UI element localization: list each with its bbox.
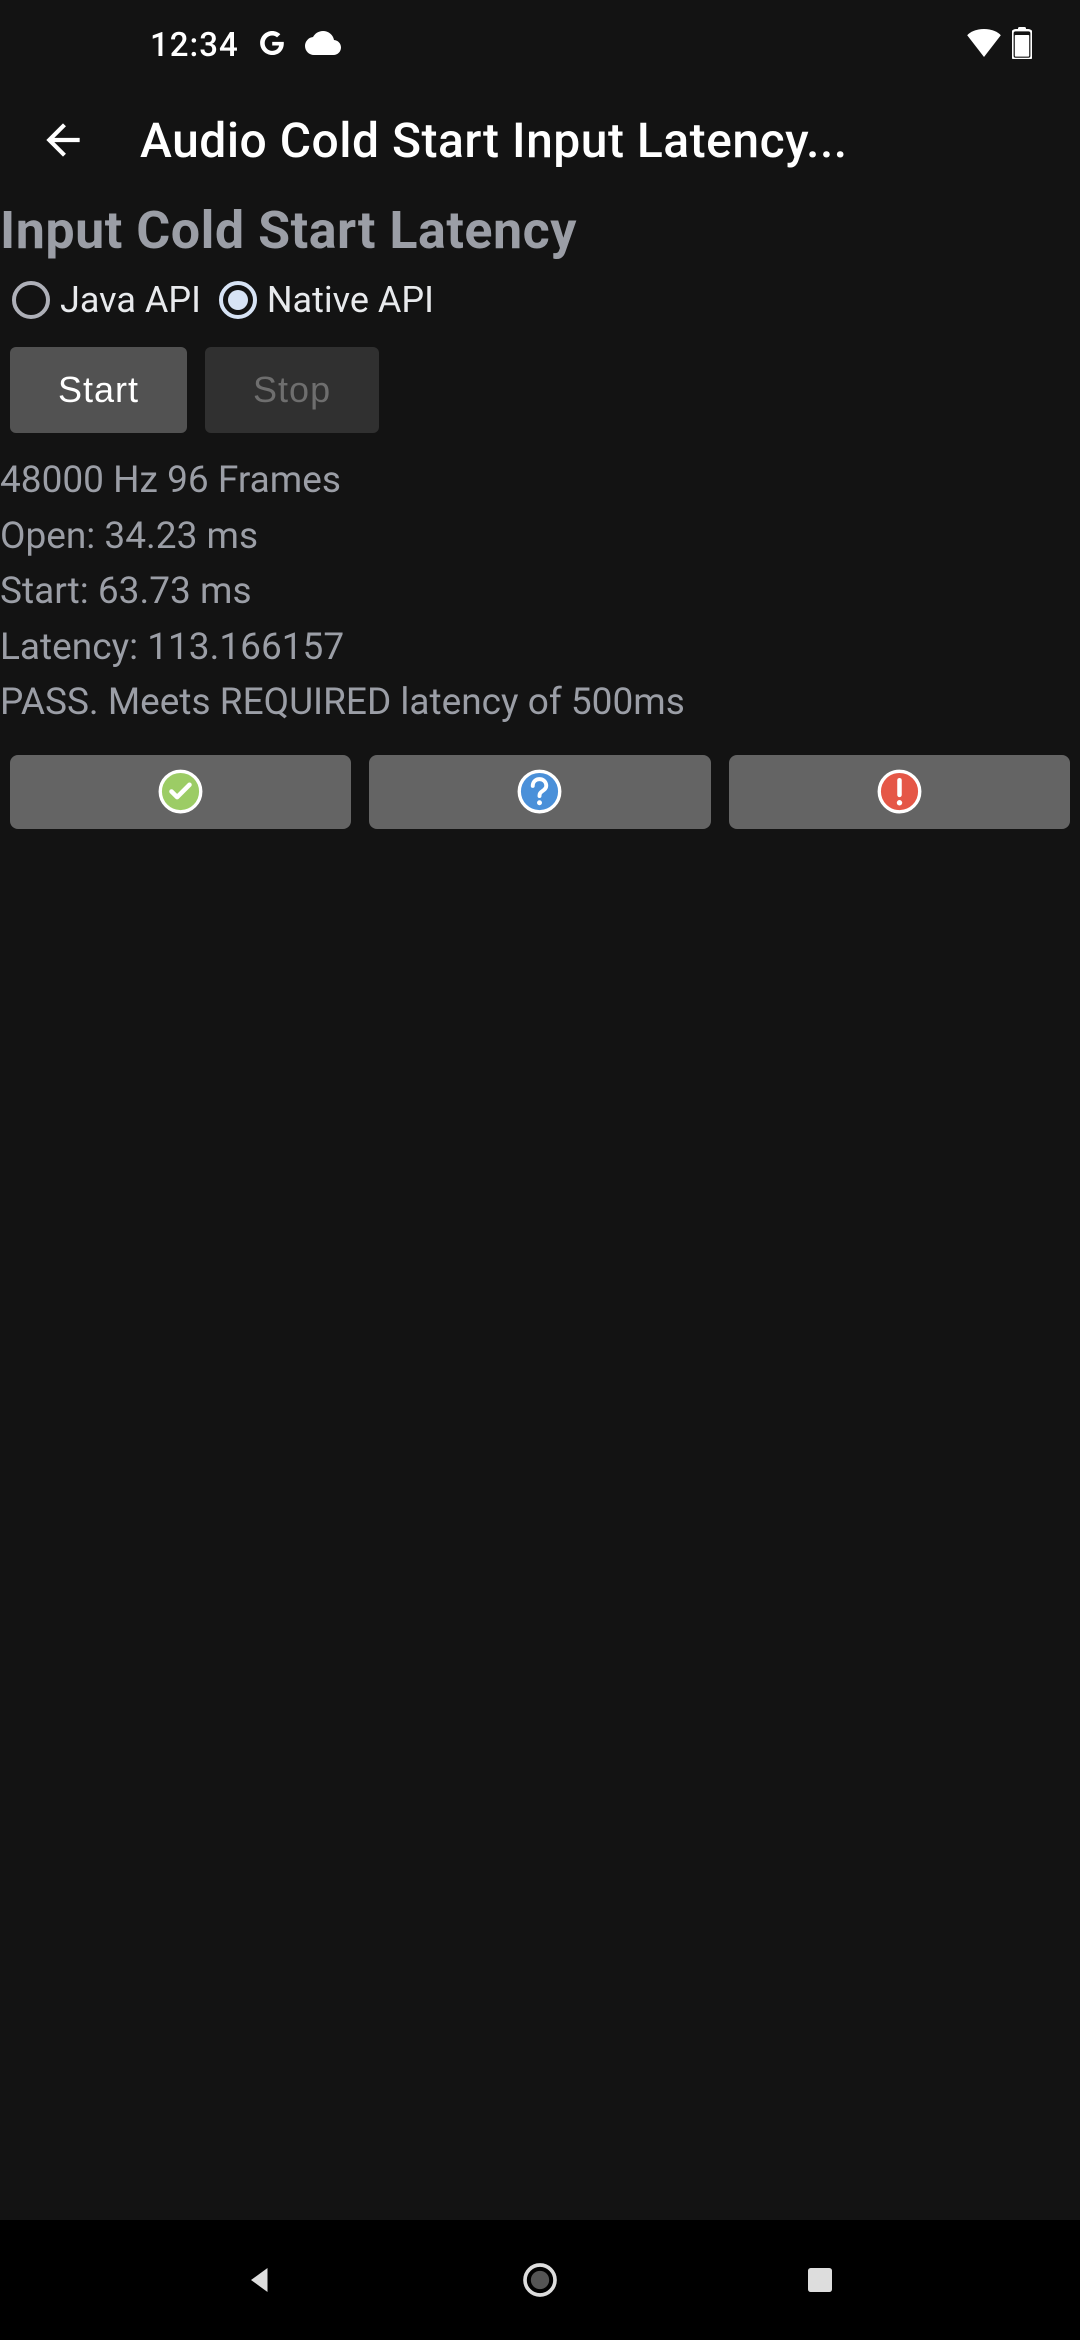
system-nav-bar: [0, 2220, 1080, 2340]
nav-back-button[interactable]: [230, 2250, 290, 2310]
back-button[interactable]: [30, 107, 96, 173]
result-open: Open: 34.23 ms: [0, 509, 1080, 565]
nav-home-button[interactable]: [510, 2250, 570, 2310]
verdict-info-button[interactable]: [369, 755, 710, 829]
result-pass: PASS. Meets REQUIRED latency of 500ms: [0, 675, 1080, 731]
nav-home-icon: [520, 2260, 560, 2300]
check-circle-icon: [158, 769, 203, 814]
status-right: [966, 27, 1032, 63]
result-rate: 48000 Hz 96 Frames: [0, 453, 1080, 509]
status-time: 12:34: [150, 26, 239, 65]
content: Input Cold Start Latency Java API Native…: [0, 190, 1080, 829]
verdict-pass-button[interactable]: [10, 755, 351, 829]
radio-java-api[interactable]: Java API: [6, 275, 207, 325]
question-circle-icon: [517, 769, 562, 814]
result-latency: Latency: 113.166157: [0, 620, 1080, 676]
cloud-icon: [305, 31, 341, 59]
radio-label-java: Java API: [60, 279, 201, 321]
nav-recent-icon: [804, 2264, 836, 2296]
button-row: Start Stop: [0, 337, 1080, 433]
alert-circle-icon: [877, 769, 922, 814]
stop-button: Stop: [205, 347, 379, 433]
arrow-back-icon: [38, 115, 88, 165]
result-start: Start: 63.73 ms: [0, 564, 1080, 620]
app-title: Audio Cold Start Input Latency...: [140, 112, 1050, 169]
section-heading: Input Cold Start Latency: [0, 190, 1080, 265]
radio-label-native: Native API: [267, 279, 434, 321]
radio-icon: [12, 281, 50, 319]
radio-icon-selected: [219, 281, 257, 319]
results-block: 48000 Hz 96 Frames Open: 34.23 ms Start:…: [0, 433, 1080, 745]
radio-group-api: Java API Native API: [0, 265, 1080, 337]
g-icon: [257, 28, 287, 62]
radio-native-api[interactable]: Native API: [213, 275, 440, 325]
app-bar: Audio Cold Start Input Latency...: [0, 90, 1080, 190]
wifi-icon: [966, 29, 1002, 61]
status-left: 12:34: [150, 26, 341, 65]
verdict-fail-button[interactable]: [729, 755, 1070, 829]
nav-recent-button[interactable]: [790, 2250, 850, 2310]
battery-icon: [1012, 27, 1032, 63]
status-bar: 12:34: [0, 0, 1080, 90]
start-button[interactable]: Start: [10, 347, 187, 433]
nav-back-icon: [242, 2262, 278, 2298]
verdict-row: [0, 745, 1080, 829]
